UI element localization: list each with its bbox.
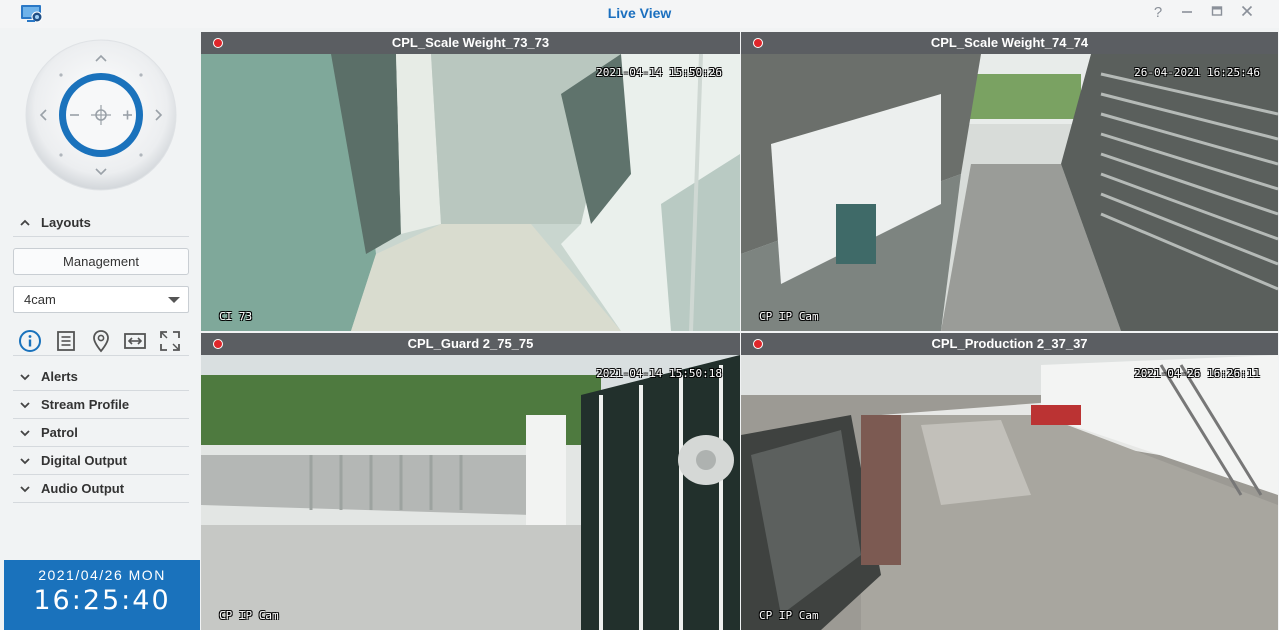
clock-time: 16:25:40 <box>33 585 171 616</box>
camera-timestamp: 2021-04-26 16:26:11 <box>1134 367 1260 380</box>
camera-header: CPL_Guard 2_75_75 <box>201 333 740 355</box>
section-patrol-label: Patrol <box>41 425 78 440</box>
camera-label: CP IP Cam <box>759 609 819 622</box>
chevron-down-icon <box>20 374 30 381</box>
help-icon[interactable]: ? <box>1147 3 1169 23</box>
swap-icon[interactable] <box>123 329 147 353</box>
title-bar: Live View ? <box>0 0 1279 28</box>
chevron-down-icon <box>20 402 30 409</box>
camera-header: CPL_Scale Weight_73_73 <box>201 32 740 54</box>
camera-feed[interactable] <box>741 355 1278 630</box>
list-icon[interactable] <box>54 329 78 353</box>
record-indicator-icon <box>753 38 763 48</box>
section-stream-profile[interactable]: Stream Profile <box>13 392 189 419</box>
layout-select[interactable]: 4cam <box>13 286 189 313</box>
clock-date: 2021/04/26 MON <box>38 567 166 583</box>
section-digital-output-label: Digital Output <box>41 453 127 468</box>
maximize-icon[interactable] <box>1206 3 1228 23</box>
camera-tile[interactable]: CPL_Scale Weight_74_74 26-04-2021 16:25:… <box>741 32 1278 331</box>
record-indicator-icon <box>213 339 223 349</box>
camera-label: CP IP Cam <box>759 310 819 323</box>
section-layouts[interactable]: Layouts <box>13 210 189 237</box>
section-alerts-label: Alerts <box>41 369 78 384</box>
section-audio-output[interactable]: Audio Output <box>13 476 189 503</box>
section-patrol[interactable]: Patrol <box>13 420 189 447</box>
camera-timestamp: 2021-04-14 15:50:18 <box>596 367 722 380</box>
camera-feed[interactable] <box>741 54 1278 331</box>
section-layouts-label: Layouts <box>41 215 91 230</box>
camera-tile[interactable]: CPL_Production 2_37_37 2021-04-26 16:26:… <box>741 333 1278 630</box>
camera-label: CI 73 <box>219 310 253 323</box>
camera-feed[interactable] <box>201 355 740 630</box>
window-title: Live View <box>607 5 672 21</box>
camera-feed-image <box>741 355 1278 630</box>
camera-feed[interactable] <box>201 54 740 331</box>
sidebar: Layouts Management 4cam Alerts Stream Pr… <box>0 28 201 630</box>
camera-feed-image <box>741 54 1278 331</box>
record-indicator-icon <box>753 339 763 349</box>
clock-panel: 2021/04/26 MON 16:25:40 <box>4 560 200 630</box>
camera-tile[interactable]: CPL_Scale Weight_73_73 2021-04-14 15:50:… <box>201 32 740 331</box>
fullscreen-icon[interactable] <box>158 329 182 353</box>
camera-timestamp: 2021-04-14 15:50:26 <box>596 66 722 79</box>
chevron-down-icon <box>20 458 30 465</box>
camera-name: CPL_Guard 2_75_75 <box>407 336 534 351</box>
chevron-down-icon <box>20 486 30 493</box>
section-alerts[interactable]: Alerts <box>13 364 189 391</box>
camera-timestamp: 26-04-2021 16:25:46 <box>1134 66 1260 79</box>
ptz-control[interactable] <box>24 38 178 192</box>
record-indicator-icon <box>213 38 223 48</box>
layout-select-value: 4cam <box>24 292 56 307</box>
dropdown-arrow-icon <box>168 297 180 303</box>
chevron-up-icon <box>20 219 30 226</box>
camera-feed-image <box>201 54 740 331</box>
close-icon[interactable] <box>1236 3 1258 23</box>
camera-name: CPL_Scale Weight_73_73 <box>391 35 550 50</box>
section-audio-output-label: Audio Output <box>41 481 125 496</box>
camera-feed-image <box>201 355 740 630</box>
info-icon[interactable] <box>18 329 42 353</box>
camera-label: CP IP Cam <box>219 609 279 622</box>
camera-tile[interactable]: CPL_Guard 2_75_75 2021-04-14 15:50:18 CP <box>201 333 740 630</box>
tool-row <box>13 326 189 356</box>
minimize-icon[interactable] <box>1176 3 1198 23</box>
section-digital-output[interactable]: Digital Output <box>13 448 189 475</box>
management-button[interactable]: Management <box>13 248 189 275</box>
section-stream-profile-label: Stream Profile <box>41 397 130 412</box>
chevron-down-icon <box>20 430 30 437</box>
camera-name: CPL_Scale Weight_74_74 <box>930 35 1089 50</box>
camera-name: CPL_Production 2_37_37 <box>931 336 1088 351</box>
camera-header: CPL_Production 2_37_37 <box>741 333 1278 355</box>
location-icon[interactable] <box>89 329 113 353</box>
camera-header: CPL_Scale Weight_74_74 <box>741 32 1278 54</box>
